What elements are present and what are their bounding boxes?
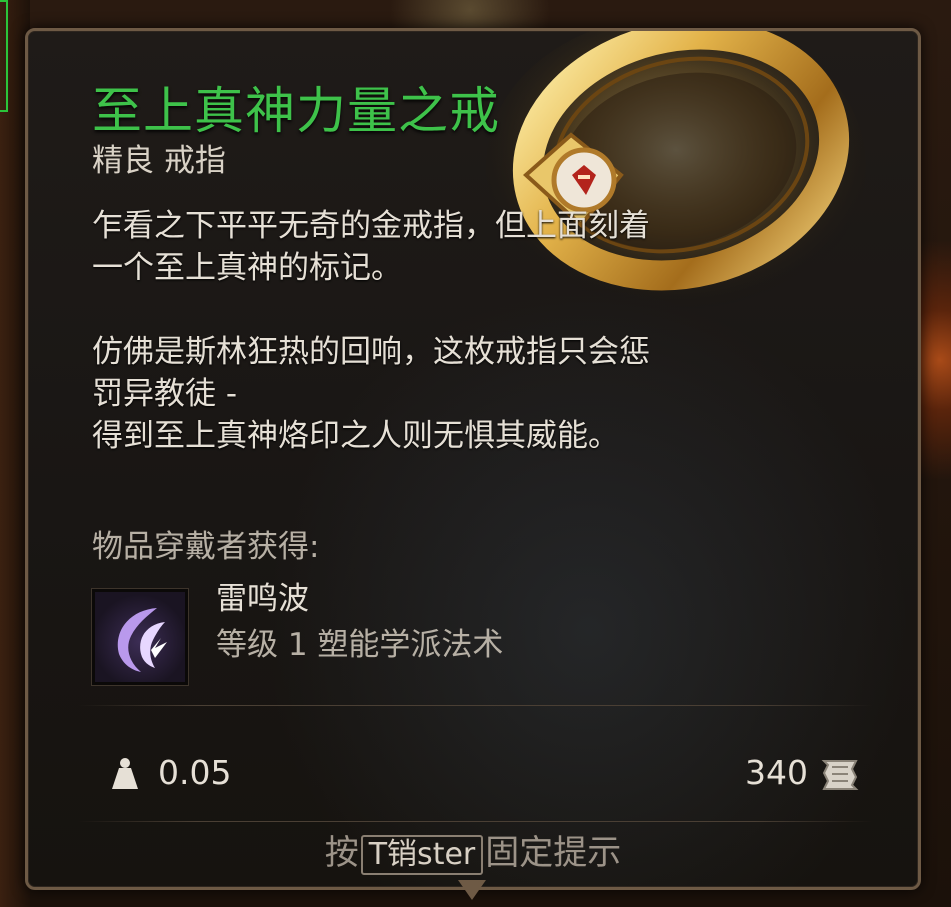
divider xyxy=(78,705,873,706)
item-description: 乍看之下平平无奇的金戒指，但上面刻着 一个至上真神的标记。 仿佛是斯林狂热的回响… xyxy=(92,205,852,457)
gold-coin-scroll-icon xyxy=(821,760,859,790)
selected-slot-frame[interactable] xyxy=(0,0,8,112)
item-tooltip: 至上真神力量之戒 精良 戒指 乍看之下平平无奇的金戒指，但上面刻着 一个至上真神… xyxy=(25,28,921,890)
thunderwave-icon[interactable] xyxy=(91,588,189,686)
weight-icon xyxy=(112,758,138,789)
granted-skill-type: 等级 1 塑能学派法术 xyxy=(216,627,504,663)
tooltip-pointer xyxy=(458,880,486,900)
pin-key-badge: T销ster xyxy=(360,835,484,875)
description-line: 仿佛是斯林狂热的回响，这枚戒指只会惩 xyxy=(92,334,650,370)
wearer-gets-label: 物品穿戴者获得: xyxy=(92,529,320,565)
item-name: 至上真神力量之戒 xyxy=(92,82,500,140)
hint-prefix: 按 xyxy=(324,833,359,873)
description-line: 乍看之下平平无奇的金戒指，但上面刻着 xyxy=(92,208,650,244)
game-background: 至上真神力量之戒 精良 戒指 乍看之下平平无奇的金戒指，但上面刻着 一个至上真神… xyxy=(0,0,951,907)
description-line: 得到至上真神烙印之人则无惧其威能。 xyxy=(92,418,619,454)
item-weight: 0.05 xyxy=(158,753,232,792)
hint-suffix: 固定提示 xyxy=(485,833,622,873)
description-line: 一个至上真神的标记。 xyxy=(92,250,402,286)
item-price: 340 xyxy=(745,753,808,792)
granted-skill-name: 雷鸣波 xyxy=(216,581,309,617)
pin-tooltip-hint: 按 T销ster 固定提示 xyxy=(28,831,918,875)
item-rarity-type: 精良 戒指 xyxy=(92,143,226,179)
divider xyxy=(78,821,873,822)
thunderwave-glyph xyxy=(117,608,167,672)
description-line xyxy=(92,289,852,331)
description-line: 罚异教徒 - xyxy=(92,376,238,412)
